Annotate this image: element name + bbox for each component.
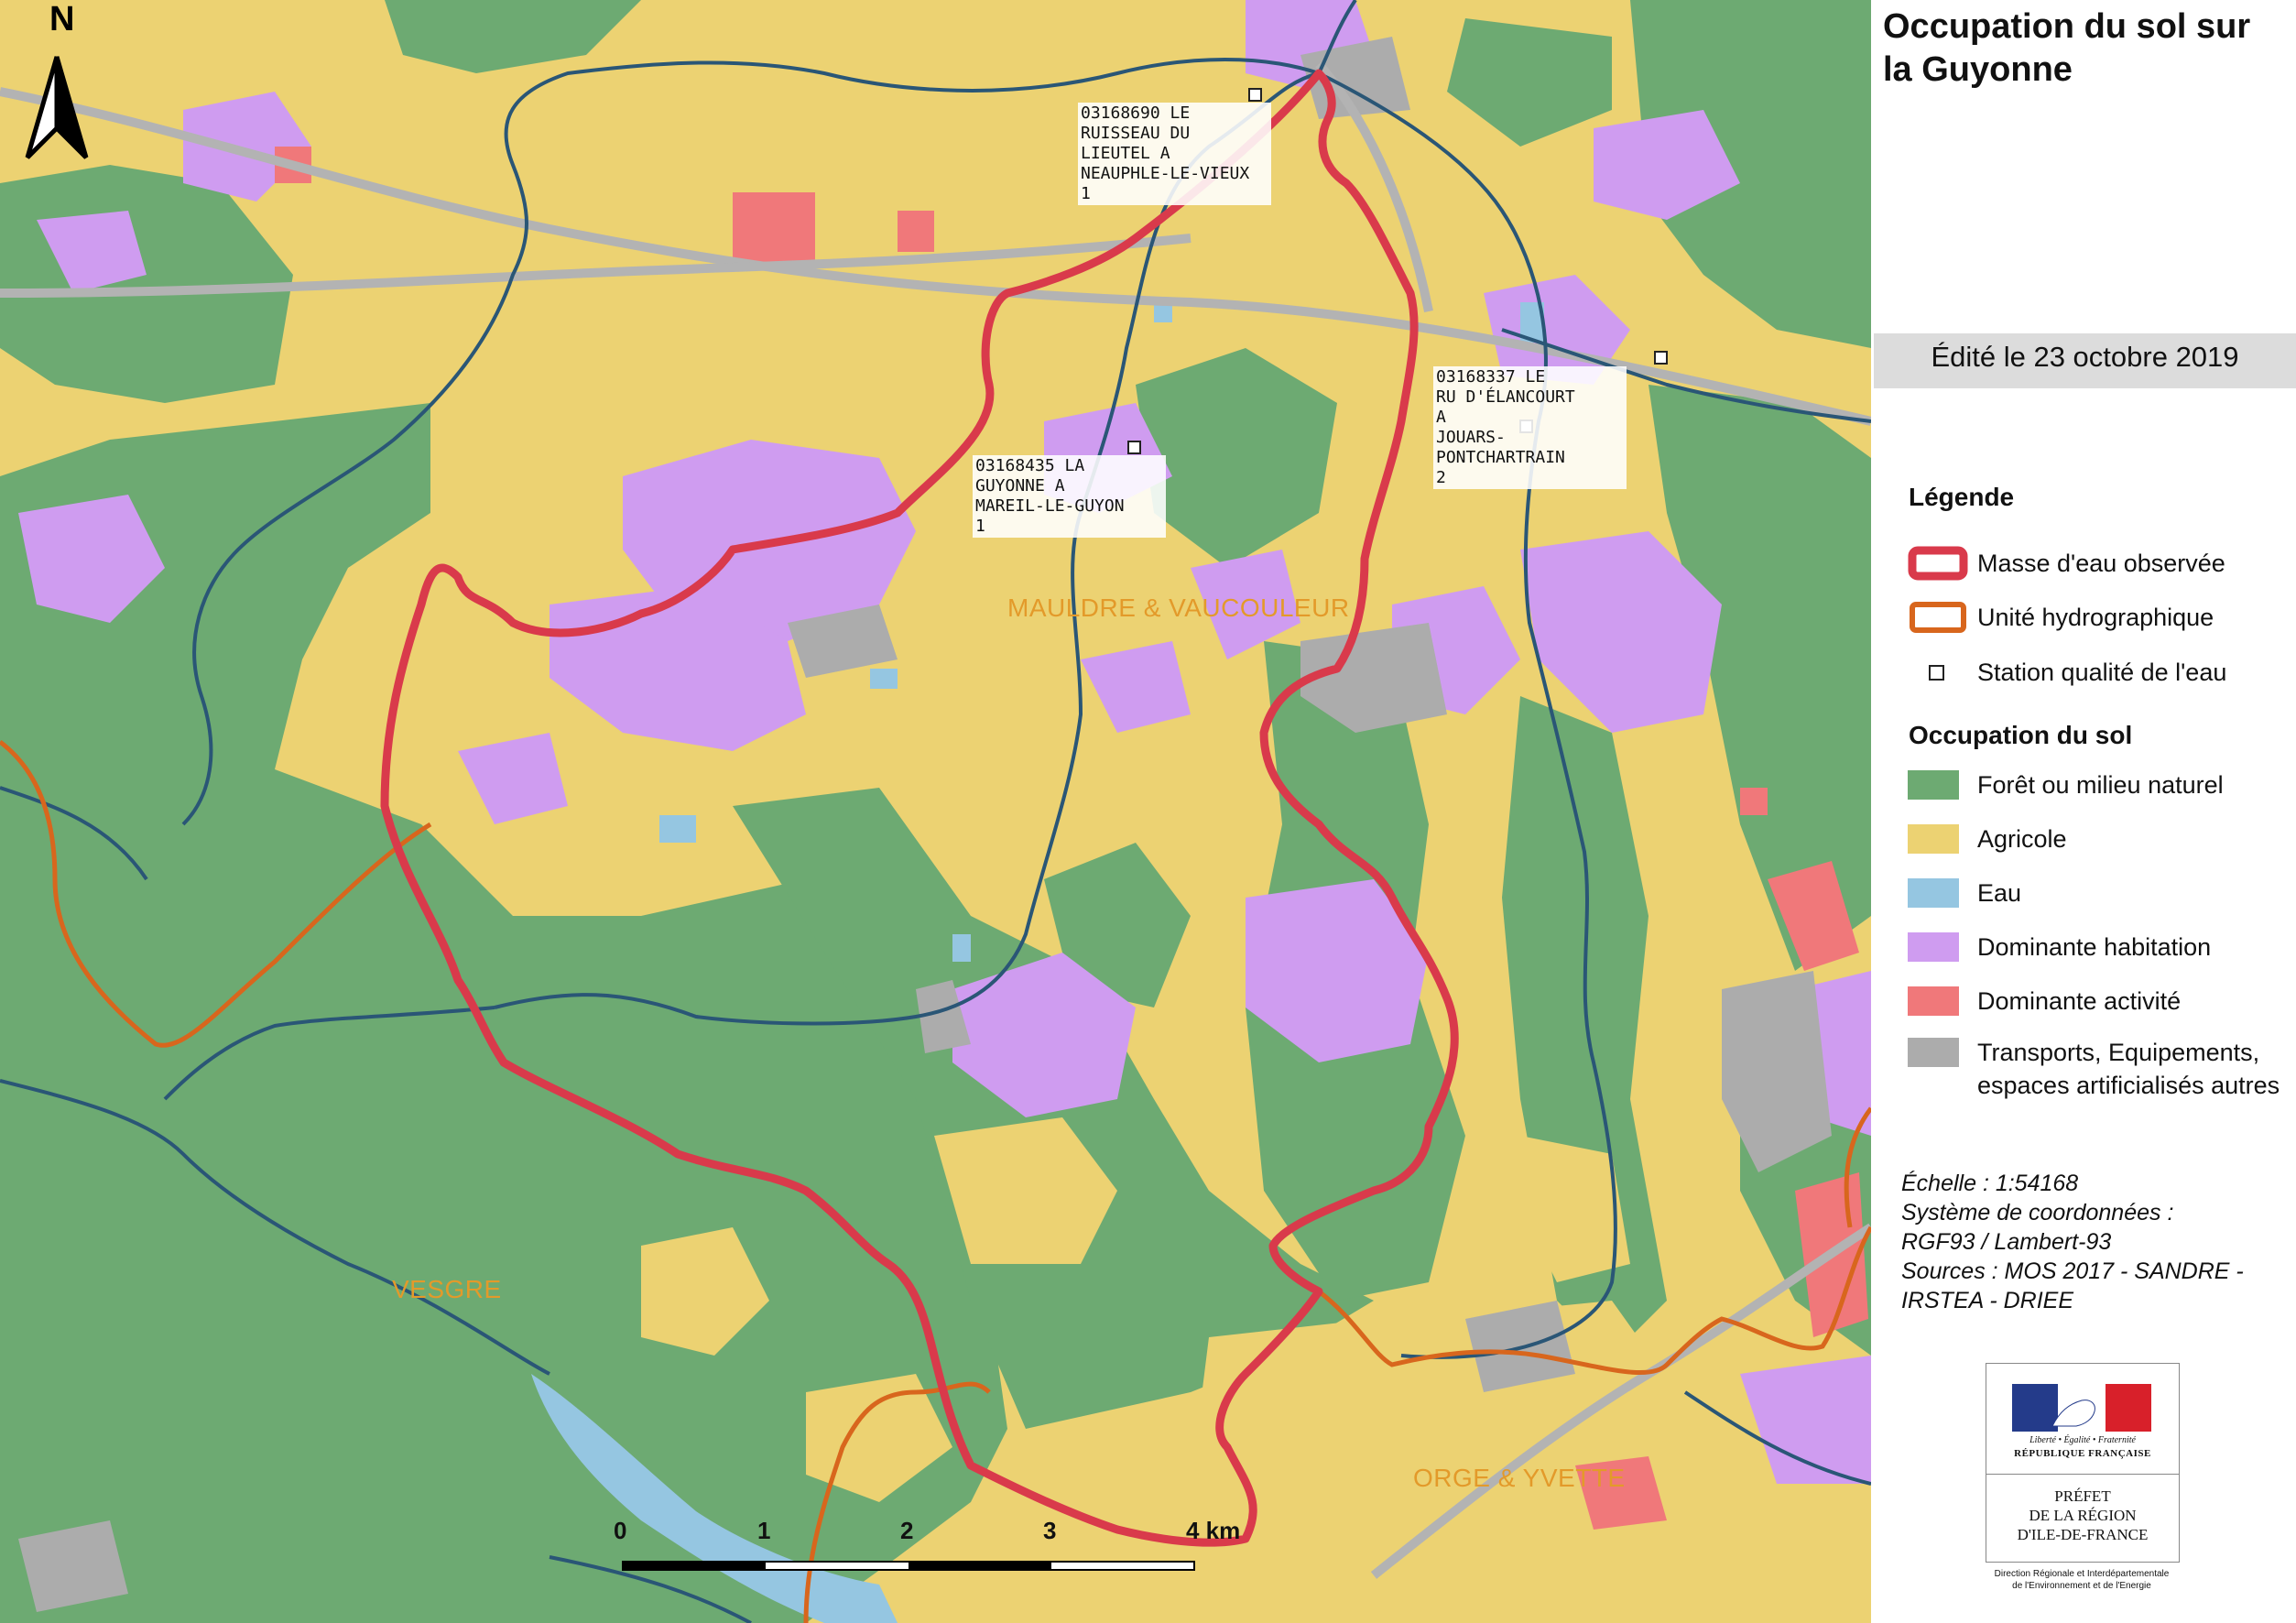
forest-swatch bbox=[1908, 770, 1959, 800]
station-label-guyonne: 03168435 LA GUYONNE A MAREIL-LE-GUYON 1 bbox=[973, 455, 1166, 538]
logo-prefet: PRÉFET DE LA RÉGION D'ILE-DE-FRANCE bbox=[2017, 1487, 2149, 1543]
crs-value: RGF93 / Lambert-93 bbox=[1901, 1229, 2112, 1255]
crs-label: Système de coordonnées : bbox=[1901, 1200, 2174, 1225]
edit-date-box: Édité le 23 octobre 2019 bbox=[1874, 333, 2296, 388]
logo-motto: Liberté • Égalité • Fraternité bbox=[2029, 1435, 2136, 1445]
legend-label: Eau bbox=[1977, 879, 2022, 907]
scale-info: Échelle : 1:54168 Système de coordonnées… bbox=[1901, 1169, 2286, 1315]
scale-label-2: 2 bbox=[900, 1517, 914, 1544]
region-label-mauldre: MAULDRE & VAUCOULEUR bbox=[1007, 594, 1350, 622]
sources-line-1: Sources : MOS 2017 - SANDRE - bbox=[1901, 1258, 2244, 1284]
north-arrow-icon bbox=[25, 56, 89, 159]
habitation-swatch bbox=[1908, 932, 1959, 962]
land-use-map bbox=[0, 0, 1871, 1623]
logo-divider bbox=[1986, 1474, 2179, 1475]
agricole-swatch bbox=[1908, 824, 1959, 854]
red-outline-icon bbox=[1908, 546, 1968, 581]
landuse-legend-title: Occupation du sol bbox=[1909, 721, 2133, 749]
station-marker-1 bbox=[1248, 88, 1262, 102]
scale-bar bbox=[622, 1561, 1195, 1571]
north-arrow: N bbox=[9, 0, 101, 174]
scale-label-0: 0 bbox=[614, 1517, 627, 1544]
logo-republic: RÉPUBLIQUE FRANÇAISE bbox=[2014, 1448, 2151, 1459]
prefecture-logo: Liberté • Égalité • Fraternité RÉPUBLIQU… bbox=[1986, 1363, 2180, 1563]
marianne-flag-icon bbox=[2012, 1384, 2151, 1432]
legend-label: Transports, Equipements, espaces artific… bbox=[1977, 1039, 2280, 1099]
region-label-orge: ORGE & YVETTE bbox=[1413, 1464, 1626, 1492]
legend-label: Agricole bbox=[1977, 825, 2067, 853]
edit-date: Édité le 23 octobre 2019 bbox=[1931, 341, 2239, 373]
orange-outline-icon bbox=[1910, 602, 1966, 633]
scale-label-3: 3 bbox=[1043, 1517, 1057, 1544]
legend-label: Masse d'eau observée bbox=[1977, 550, 2225, 577]
station-marker-4 bbox=[1127, 441, 1141, 454]
scale-label-1: 1 bbox=[757, 1517, 771, 1544]
legend-title: Légende bbox=[1909, 483, 2015, 511]
legend-label: Forêt ou milieu naturel bbox=[1977, 771, 2224, 799]
legend-label: Unité hydrographique bbox=[1977, 604, 2214, 631]
activite-swatch bbox=[1908, 986, 1959, 1016]
scale-label-4: 4 km bbox=[1186, 1517, 1241, 1544]
legend-label: Dominante habitation bbox=[1977, 933, 2212, 961]
map-canvas[interactable]: N 03168690 LE RUISSEAU DU LIEUTEL A NEAU… bbox=[0, 0, 1871, 1623]
sources-line-2: IRSTEA - DRIEE bbox=[1901, 1288, 2073, 1313]
map-title: Occupation du sol sur la Guyonne bbox=[1883, 7, 2251, 89]
station-label-neauphle: 03168690 LE RUISSEAU DU LIEUTEL A NEAUPH… bbox=[1078, 103, 1271, 205]
station-marker-2 bbox=[1654, 351, 1668, 365]
region-label-vesgre: VESGRE bbox=[392, 1275, 502, 1303]
eau-swatch bbox=[1908, 878, 1959, 908]
white-square-icon bbox=[1929, 665, 1944, 681]
legend-label: Dominante activité bbox=[1977, 987, 2182, 1015]
scale-echelle: Échelle : 1:54168 bbox=[1901, 1171, 2079, 1196]
transport-swatch bbox=[1908, 1038, 1959, 1067]
logo-direction: Direction Régionale et Interdépartementa… bbox=[1994, 1569, 2170, 1591]
legend-label: Station qualité de l'eau bbox=[1977, 659, 2227, 686]
station-label-elancourt: 03168337 LE RU D'ÉLANCOURT A JOUARS-PONT… bbox=[1433, 366, 1627, 489]
